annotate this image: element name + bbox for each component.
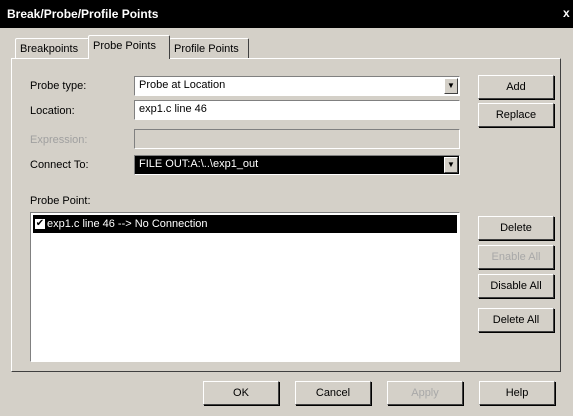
connect-to-value: FILE OUT:A:\..\exp1_out [139,158,259,170]
tab-profile-points[interactable]: Profile Points [169,38,249,58]
checkbox-checked-icon[interactable]: ✔ [35,219,45,229]
delete-all-button[interactable]: Delete All [478,308,554,332]
enable-all-button: Enable All [478,245,554,269]
expression-input [134,129,460,149]
location-label: Location: [30,105,75,117]
probe-type-select[interactable]: Probe at Location ▼ [134,76,460,96]
replace-button[interactable]: Replace [478,103,554,127]
connect-to-select[interactable]: FILE OUT:A:\..\exp1_out ▼ [134,155,460,175]
probe-point-list[interactable]: ✔ exp1.c line 46 --> No Connection [30,212,460,362]
list-item[interactable]: ✔ exp1.c line 46 --> No Connection [33,215,457,233]
cancel-button[interactable]: Cancel [295,381,371,405]
chevron-down-icon[interactable]: ▼ [444,78,458,94]
break-probe-profile-dialog: Break/Probe/Profile Points x Breakpoints… [0,0,573,416]
probe-point-label: Probe Point: [30,195,91,207]
tab-breakpoints[interactable]: Breakpoints [15,38,89,58]
chevron-down-icon[interactable]: ▼ [444,157,458,173]
window-title: Break/Probe/Profile Points [7,7,159,21]
expression-label: Expression: [30,134,88,146]
delete-button[interactable]: Delete [478,216,554,240]
disable-all-button[interactable]: Disable All [478,274,554,298]
tab-probe-points[interactable]: Probe Points [88,35,170,59]
probe-type-value: Probe at Location [139,79,226,91]
add-button[interactable]: Add [478,75,554,99]
probe-type-label: Probe type: [30,80,87,92]
close-icon[interactable]: x [563,6,571,20]
location-input[interactable]: exp1.c line 46 [134,100,460,120]
probe-point-text: exp1.c line 46 --> No Connection [47,218,208,230]
ok-button[interactable]: OK [203,381,279,405]
help-button[interactable]: Help [479,381,555,405]
apply-button: Apply [387,381,463,405]
title-bar[interactable]: Break/Probe/Profile Points x [0,0,573,28]
connect-to-label: Connect To: [30,159,89,171]
